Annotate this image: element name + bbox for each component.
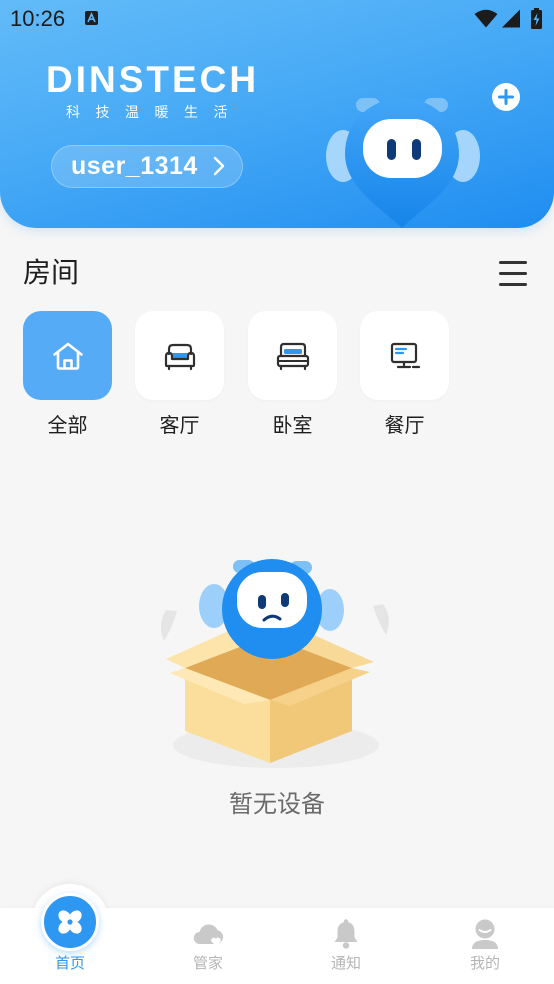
wifi-icon xyxy=(474,9,498,28)
tab-label-home: 首页 xyxy=(54,954,85,972)
battery-charging-icon xyxy=(531,8,542,29)
tab-profile[interactable]: 我的 xyxy=(435,908,535,984)
home-icon xyxy=(52,342,83,370)
brand-logo: DINSTECH xyxy=(46,59,260,100)
plus-icon xyxy=(498,89,514,105)
tab-label-notifications: 通知 xyxy=(330,954,361,972)
add-device-button[interactable] xyxy=(492,83,520,111)
sad-mascot-eye-left xyxy=(258,595,266,609)
room-dining-room[interactable]: 餐厅 xyxy=(360,311,449,437)
room-label-dining-room: 餐厅 xyxy=(384,413,425,437)
room-bedroom[interactable]: 卧室 xyxy=(248,311,337,437)
rooms-title: 房间 xyxy=(23,256,80,289)
room-living-room[interactable]: 客厅 xyxy=(135,311,224,437)
room-all[interactable]: 全部 xyxy=(23,311,112,437)
tab-butler[interactable]: 管家 xyxy=(158,908,258,984)
user-name: user_1314 xyxy=(71,152,198,180)
motion-mark-right xyxy=(373,604,389,635)
cellular-signal-icon xyxy=(502,9,520,28)
mascot-eye-left xyxy=(387,139,396,160)
chevron-right-icon xyxy=(213,156,225,176)
mascot-illustration xyxy=(326,98,480,228)
menu-icon[interactable] xyxy=(499,261,527,286)
room-tile-all[interactable] xyxy=(23,311,112,400)
brand-slogan: 科技温暖生活 xyxy=(66,105,243,121)
room-label-bedroom: 卧室 xyxy=(272,413,313,437)
desk-icon xyxy=(390,342,420,368)
room-tile-bedroom[interactable] xyxy=(248,311,337,400)
status-time: 10:26 xyxy=(10,6,66,31)
mascot-face xyxy=(363,119,442,178)
sad-mascot-eye-right xyxy=(281,593,289,607)
header-banner: DINSTECH 科技温暖生活 user_1314 xyxy=(0,0,554,228)
user-account-button[interactable]: user_1314 xyxy=(51,145,243,188)
bed-icon xyxy=(276,342,309,370)
empty-box-mascot-illustration xyxy=(160,559,389,768)
room-label-living-room: 客厅 xyxy=(159,413,200,437)
sofa-icon xyxy=(164,343,195,370)
home-flower-icon xyxy=(58,910,82,934)
bell-icon xyxy=(334,919,358,949)
tab-home-active-circle[interactable] xyxy=(41,893,99,951)
sad-mascot-face xyxy=(237,572,307,628)
profile-icon xyxy=(472,919,498,949)
tab-bar: 首页 管家 通知 我的 xyxy=(0,893,554,984)
empty-state-message: 暂无设备 xyxy=(229,790,325,818)
tab-home[interactable]: 首页 xyxy=(20,893,120,984)
cloud-heart-icon xyxy=(193,924,224,946)
room-tile-dining-room[interactable] xyxy=(360,311,449,400)
room-label-all: 全部 xyxy=(47,413,88,437)
font-notification-icon xyxy=(85,11,98,25)
tab-notifications[interactable]: 通知 xyxy=(296,908,396,984)
tab-label-profile: 我的 xyxy=(469,954,500,972)
room-tile-living-room[interactable] xyxy=(135,311,224,400)
mascot-eye-right xyxy=(412,139,421,160)
tab-label-butler: 管家 xyxy=(192,954,223,972)
motion-mark-left xyxy=(160,610,177,641)
